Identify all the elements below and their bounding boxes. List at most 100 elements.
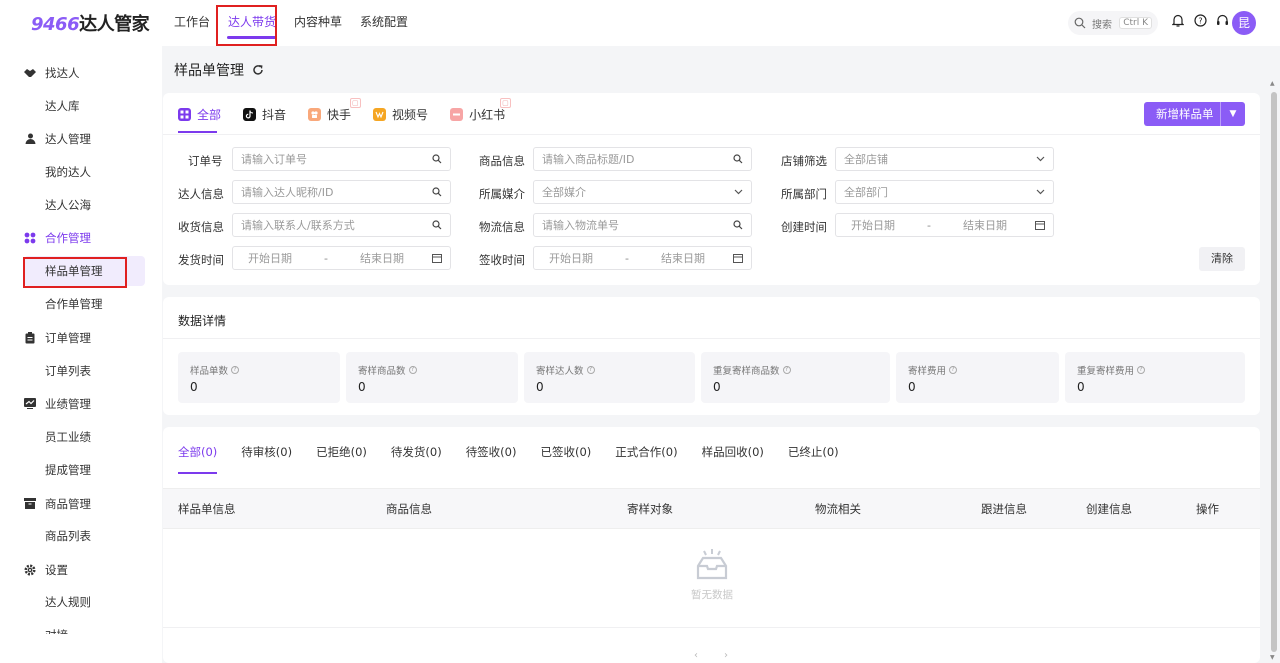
tab-douyin[interactable]: 抖音 — [243, 96, 308, 132]
order-no-input[interactable]: 请输入订单号 — [232, 147, 451, 171]
sidebar-item-integration[interactable]: 对接 — [24, 620, 145, 634]
calendar-icon — [431, 253, 442, 263]
sidebar-group-find-talent[interactable]: 找达人 — [24, 56, 80, 89]
sidebar-group-settings[interactable]: 设置 — [24, 553, 68, 586]
question-icon[interactable]: ? — [1137, 366, 1146, 374]
question-icon[interactable]: ? — [586, 366, 595, 374]
clear-button[interactable]: 清除 — [1199, 247, 1245, 271]
status-tab-pending-review[interactable]: 待审核(0) — [241, 430, 292, 474]
signed-label: 签收时间 — [479, 253, 525, 267]
search-icon — [1074, 17, 1086, 29]
stat-repeat-cost: 重复寄样费用? 0 — [1065, 352, 1245, 403]
talent-input[interactable]: 请输入达人昵称/ID — [232, 180, 451, 204]
search-icon[interactable] — [733, 220, 743, 230]
search-icon[interactable] — [733, 154, 743, 164]
stat-value: 0 — [1077, 380, 1085, 394]
stat-value: 0 — [358, 380, 366, 394]
search-shortcut: Ctrl K — [1119, 17, 1152, 29]
sidebar-group-products[interactable]: 商品管理 — [24, 487, 91, 520]
tab-xiaohongshu[interactable]: 小红书 ▢ — [450, 96, 527, 132]
status-tab-terminated[interactable]: 已终止(0) — [788, 430, 839, 474]
new-button-label: 新增样品单 — [1156, 107, 1214, 121]
hot-badge: ▢ — [500, 98, 511, 108]
douyin-icon — [243, 107, 257, 121]
chevron-down-icon[interactable]: ▼ — [1221, 109, 1245, 119]
receiver-input[interactable]: 请输入联系人/联系方式 — [232, 213, 451, 237]
tab-all[interactable]: 全部 — [178, 96, 243, 133]
sidebar-group-talent-manage[interactable]: 达人管理 — [24, 122, 91, 155]
scroll-down-icon[interactable]: ▼ — [1270, 654, 1275, 661]
pager-prev-icon[interactable]: ‹ — [694, 650, 698, 661]
sidebar-item-order-list[interactable]: 订单列表 — [24, 356, 145, 386]
stat-value: 0 — [908, 380, 916, 394]
chevron-down-icon — [1036, 189, 1045, 195]
status-tab-all[interactable]: 全部(0) — [178, 430, 218, 474]
clipboard-icon — [24, 331, 36, 344]
sidebar-item-talent-pool[interactable]: 达人公海 — [24, 190, 145, 220]
status-tab-signed[interactable]: 已签收(0) — [540, 430, 591, 474]
search-icon[interactable] — [432, 220, 442, 230]
question-icon[interactable]: ? — [408, 366, 417, 374]
tab-shipinhao[interactable]: 视频号 — [373, 96, 450, 132]
logistics-label: 物流信息 — [479, 220, 525, 234]
top-nav-content[interactable]: 内容种草 — [285, 0, 351, 46]
top-icons: ? — [1170, 12, 1230, 28]
pager-next-icon[interactable]: › — [724, 650, 728, 661]
tab-label: 抖音 — [262, 107, 287, 122]
sidebar-group-label: 设置 — [45, 562, 68, 577]
scrollbar[interactable] — [1271, 92, 1277, 652]
sidebar-item-coop-orders[interactable]: 合作单管理 — [24, 289, 145, 319]
status-tab-recycled[interactable]: 样品回收(0) — [702, 430, 764, 474]
sidebar-group-cooperation[interactable]: 合作管理 — [24, 221, 91, 254]
status-tab-rejected[interactable]: 已拒绝(0) — [316, 430, 367, 474]
sidebar-group-performance[interactable]: 业绩管理 — [24, 387, 91, 420]
question-icon[interactable]: ? — [782, 366, 791, 374]
stat-label: 重复寄样商品数 — [713, 366, 780, 377]
refresh-icon[interactable] — [252, 64, 264, 76]
top-nav-settings[interactable]: 系统配置 — [351, 0, 417, 46]
table-header: 样品单信息 商品信息 寄样对象 物流相关 跟进信息 创建信息 操作 — [163, 488, 1260, 529]
sidebar-item-talent-rules[interactable]: 达人规则 — [24, 587, 145, 617]
signed-date-range[interactable]: 开始日期 - 结束日期 — [533, 246, 752, 270]
logistics-input[interactable]: 请输入物流单号 — [533, 213, 752, 237]
brand-logo[interactable]: 9466达人管家 — [31, 10, 150, 36]
question-icon[interactable]: ? — [231, 366, 240, 374]
help-icon[interactable]: ? — [1192, 12, 1208, 28]
status-tab-formal-coop[interactable]: 正式合作(0) — [615, 430, 677, 474]
gear-icon — [24, 564, 36, 576]
divider — [163, 627, 1260, 628]
tab-kuaishou[interactable]: 快手 ▢ — [308, 96, 373, 132]
shipped-date-range[interactable]: 开始日期 - 结束日期 — [232, 246, 451, 270]
dept-select[interactable]: 全部部门 — [835, 180, 1054, 204]
bell-icon[interactable] — [1170, 12, 1186, 28]
new-sample-order-button[interactable]: 新增样品单 ▼ — [1144, 102, 1245, 126]
avatar[interactable]: 昆 — [1232, 11, 1256, 35]
global-search[interactable]: 搜索 Ctrl K — [1068, 11, 1158, 35]
top-nav-talent-sales[interactable]: 达人带货 — [219, 0, 285, 46]
platform-tabs: 全部 抖音 快手 ▢ 视频号 小红书 ▢ — [178, 96, 527, 133]
sidebar-group-orders[interactable]: 订单管理 — [24, 321, 91, 354]
search-icon[interactable] — [432, 154, 442, 164]
col-actions: 操作 — [1196, 502, 1219, 516]
sidebar-item-commission[interactable]: 提成管理 — [24, 455, 145, 485]
stats-title: 数据详情 — [178, 314, 227, 328]
top-nav: 工作台 达人带货 内容种草 系统配置 — [174, 0, 417, 46]
sidebar-item-my-talent[interactable]: 我的达人 — [24, 157, 145, 187]
sidebar-item-sample-orders[interactable]: 样品单管理 — [24, 256, 145, 286]
logistics-placeholder: 请输入物流单号 — [542, 219, 619, 232]
sidebar-item-talent-library[interactable]: 达人库 — [24, 91, 145, 121]
status-tab-pending-ship[interactable]: 待发货(0) — [391, 430, 442, 474]
sidebar-item-product-list[interactable]: 商品列表 — [24, 521, 145, 551]
shop-select[interactable]: 全部店铺 — [835, 147, 1054, 171]
scroll-up-icon[interactable]: ▲ — [1270, 80, 1275, 87]
headset-icon[interactable] — [1214, 12, 1230, 28]
product-input[interactable]: 请输入商品标题/ID — [533, 147, 752, 171]
top-nav-workbench[interactable]: 工作台 — [174, 0, 219, 46]
search-icon[interactable] — [432, 187, 442, 197]
status-tab-pending-sign[interactable]: 待签收(0) — [466, 430, 517, 474]
sidebar-item-staff-performance[interactable]: 员工业绩 — [24, 422, 145, 452]
created-date-range[interactable]: 开始日期 - 结束日期 — [835, 213, 1054, 237]
search-placeholder: 搜索 — [1092, 19, 1112, 31]
media-select[interactable]: 全部媒介 — [533, 180, 752, 204]
question-icon[interactable]: ? — [949, 366, 958, 374]
